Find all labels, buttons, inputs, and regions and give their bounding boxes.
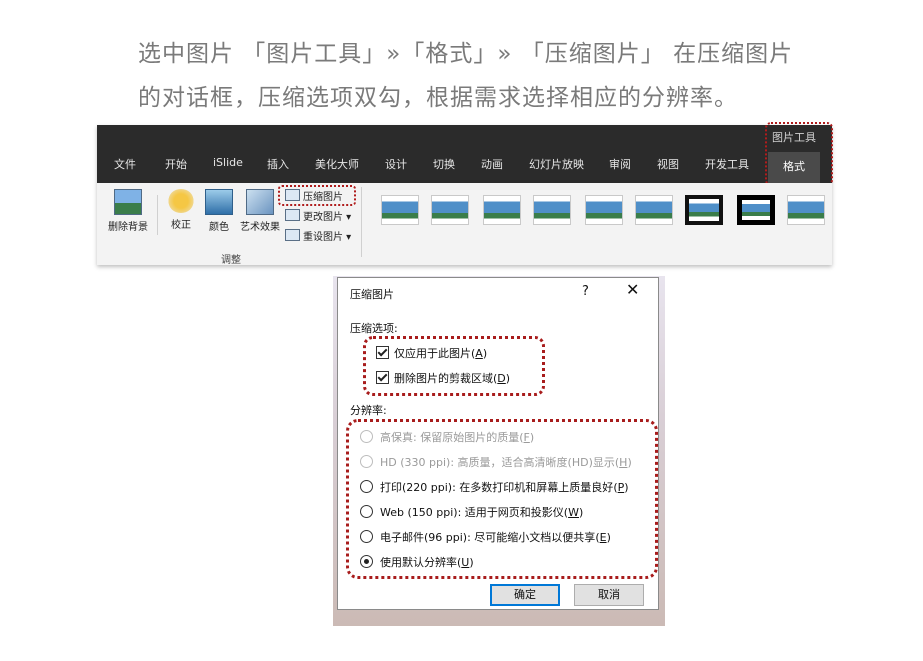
resolution-highlight	[346, 419, 658, 579]
caption-line-1: 选中图片 「图片工具」»「格式」» 「压缩图片」 在压缩图片	[138, 41, 794, 67]
picture-style-8[interactable]	[737, 195, 775, 225]
color-button[interactable]: 颜色	[201, 189, 237, 233]
sun-icon	[168, 189, 194, 213]
compress-pictures-dialog: 压缩图片 ? ✕ 压缩选项: 仅应用于此图片(A) 删除图片的剪裁区域(D) 分…	[337, 277, 659, 610]
powerpoint-ribbon: 图片工具 文件 开始 iSlide 插入 美化大师 设计 切换 动画 幻灯片放映…	[97, 122, 833, 266]
compress-highlight	[278, 185, 356, 206]
artistic-effects-icon	[246, 189, 274, 215]
cancel-button[interactable]: 取消	[574, 584, 644, 606]
ribbon-tab-bar: 图片工具 文件 开始 iSlide 插入 美化大师 设计 切换 动画 幻灯片放映…	[97, 125, 832, 183]
tab-beautify[interactable]: 美化大师	[315, 156, 359, 172]
resolution-label: 分辨率:	[350, 404, 387, 417]
caption-line-2: 的对话框，压缩选项双勾，根据需求选择相应的分辨率。	[138, 85, 738, 111]
change-picture-icon	[285, 209, 300, 221]
tab-developer[interactable]: 开发工具	[705, 156, 749, 172]
picture-style-6[interactable]	[635, 195, 673, 225]
adjust-group-label: 调整	[221, 255, 241, 266]
artistic-effects-button[interactable]: 艺术效果	[237, 189, 283, 233]
color-icon	[205, 189, 233, 215]
tab-design[interactable]: 设计	[385, 156, 407, 172]
tab-view[interactable]: 视图	[657, 156, 679, 172]
tab-animations[interactable]: 动画	[481, 156, 503, 172]
tab-transitions[interactable]: 切换	[433, 156, 455, 172]
instruction-caption: 选中图片 「图片工具」»「格式」» 「压缩图片」 在压缩图片 的对话框，压缩选项…	[138, 32, 838, 120]
tab-review[interactable]: 审阅	[609, 156, 631, 172]
tab-insert[interactable]: 插入	[267, 156, 289, 172]
picture-style-7[interactable]	[685, 195, 723, 225]
remove-background-icon	[114, 189, 142, 215]
color-label: 颜色	[209, 222, 229, 233]
reset-picture-button[interactable]: 重设图片 ▾	[285, 228, 351, 243]
change-picture-button[interactable]: 更改图片 ▾	[285, 208, 351, 223]
tab-file[interactable]: 文件	[114, 156, 136, 172]
reset-picture-icon	[285, 229, 300, 241]
picture-style-9[interactable]	[787, 195, 825, 225]
picture-style-3[interactable]	[483, 195, 521, 225]
help-icon[interactable]: ?	[582, 284, 589, 299]
picture-style-5[interactable]	[585, 195, 623, 225]
remove-background-label: 删除背景	[108, 222, 148, 233]
close-icon[interactable]: ✕	[626, 280, 639, 299]
ribbon-separator	[361, 187, 362, 257]
picture-style-2[interactable]	[431, 195, 469, 225]
options-highlight	[363, 336, 545, 396]
context-tab-highlight	[765, 122, 833, 186]
reset-picture-label: 重设图片	[303, 232, 343, 243]
corrections-button[interactable]: 校正	[163, 189, 199, 231]
corrections-label: 校正	[171, 220, 191, 231]
ribbon-separator	[157, 195, 158, 235]
tab-slideshow[interactable]: 幻灯片放映	[529, 156, 584, 172]
artistic-effects-label: 艺术效果	[240, 222, 280, 233]
tab-islide[interactable]: iSlide	[213, 156, 243, 169]
dialog-title: 压缩图片	[350, 288, 394, 301]
change-picture-label: 更改图片	[303, 212, 343, 223]
remove-background-button[interactable]: 删除背景	[103, 189, 153, 233]
picture-style-4[interactable]	[533, 195, 571, 225]
ribbon-body: 删除背景 校正 颜色 艺术效果 压缩图片 更改图片 ▾ 重设图片 ▾ 调整	[97, 183, 832, 266]
picture-style-1[interactable]	[381, 195, 419, 225]
ok-button[interactable]: 确定	[490, 584, 560, 606]
tab-home[interactable]: 开始	[165, 156, 187, 172]
compress-options-label: 压缩选项:	[350, 322, 398, 335]
